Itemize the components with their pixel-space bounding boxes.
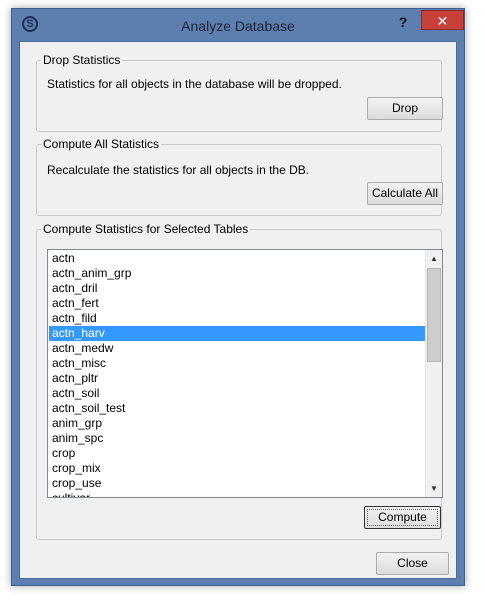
compute-selected-tables-group: Compute Statistics for Selected Tables a… [36,221,443,540]
table-list-item[interactable]: actn_harv [49,326,425,341]
table-list-item[interactable]: actn_medw [49,341,425,356]
drop-button[interactable]: Drop [367,97,443,120]
compute-all-statistics-title: Compute All Statistics [41,136,162,152]
drop-statistics-title: Drop Statistics [41,52,123,68]
table-list-item[interactable]: actn [49,251,425,266]
title-bar[interactable]: S Analyze Database ? ✕ [12,9,464,41]
tables-scrollbar[interactable]: ▲ ▼ [425,250,442,497]
table-list-item[interactable]: anim_spc [49,431,425,446]
table-list-item[interactable]: cultivar [49,491,425,497]
table-list-item[interactable]: actn_misc [49,356,425,371]
drop-statistics-group: Drop Statistics Statistics for all objec… [36,52,443,132]
table-list-item[interactable]: actn_soil_test [49,401,425,416]
compute-selected-tables-title: Compute Statistics for Selected Tables [41,221,251,237]
scroll-down-icon[interactable]: ▼ [426,480,442,497]
dialog-body: Drop Statistics Statistics for all objec… [19,41,457,579]
tables-listbox[interactable]: actn actn_anim_grp actn_dril actn_fert actn_… [47,249,443,498]
table-list-item[interactable]: crop_use [49,476,425,491]
compute-button[interactable]: Compute [364,506,441,529]
drop-statistics-description: Statistics for all objects in the databa… [47,77,342,91]
calculate-all-button[interactable]: Calculate All [367,182,443,205]
compute-all-statistics-description: Recalculate the statistics for all objec… [47,163,310,177]
tables-list: actn actn_anim_grp actn_dril actn_fert actn_… [49,251,425,497]
table-list-item[interactable]: actn_dril [49,281,425,296]
table-list-item[interactable]: actn_soil [49,386,425,401]
analyze-database-window: S Analyze Database ? ✕ Drop Statistics S… [11,8,465,586]
scrollbar-thumb[interactable] [427,268,441,362]
table-list-item[interactable]: crop [49,446,425,461]
help-button[interactable]: ? [392,12,414,32]
close-button[interactable]: Close [376,552,449,575]
table-list-item[interactable]: actn_fild [49,311,425,326]
table-list-item[interactable]: anim_grp [49,416,425,431]
table-list-item[interactable]: actn_fert [49,296,425,311]
compute-all-statistics-group: Compute All Statistics Recalculate the s… [36,136,443,216]
window-close-button[interactable]: ✕ [421,10,464,30]
table-list-item[interactable]: actn_anim_grp [49,266,425,281]
table-list-item[interactable]: actn_pltr [49,371,425,386]
table-list-item[interactable]: crop_mix [49,461,425,476]
scroll-up-icon[interactable]: ▲ [426,250,442,267]
